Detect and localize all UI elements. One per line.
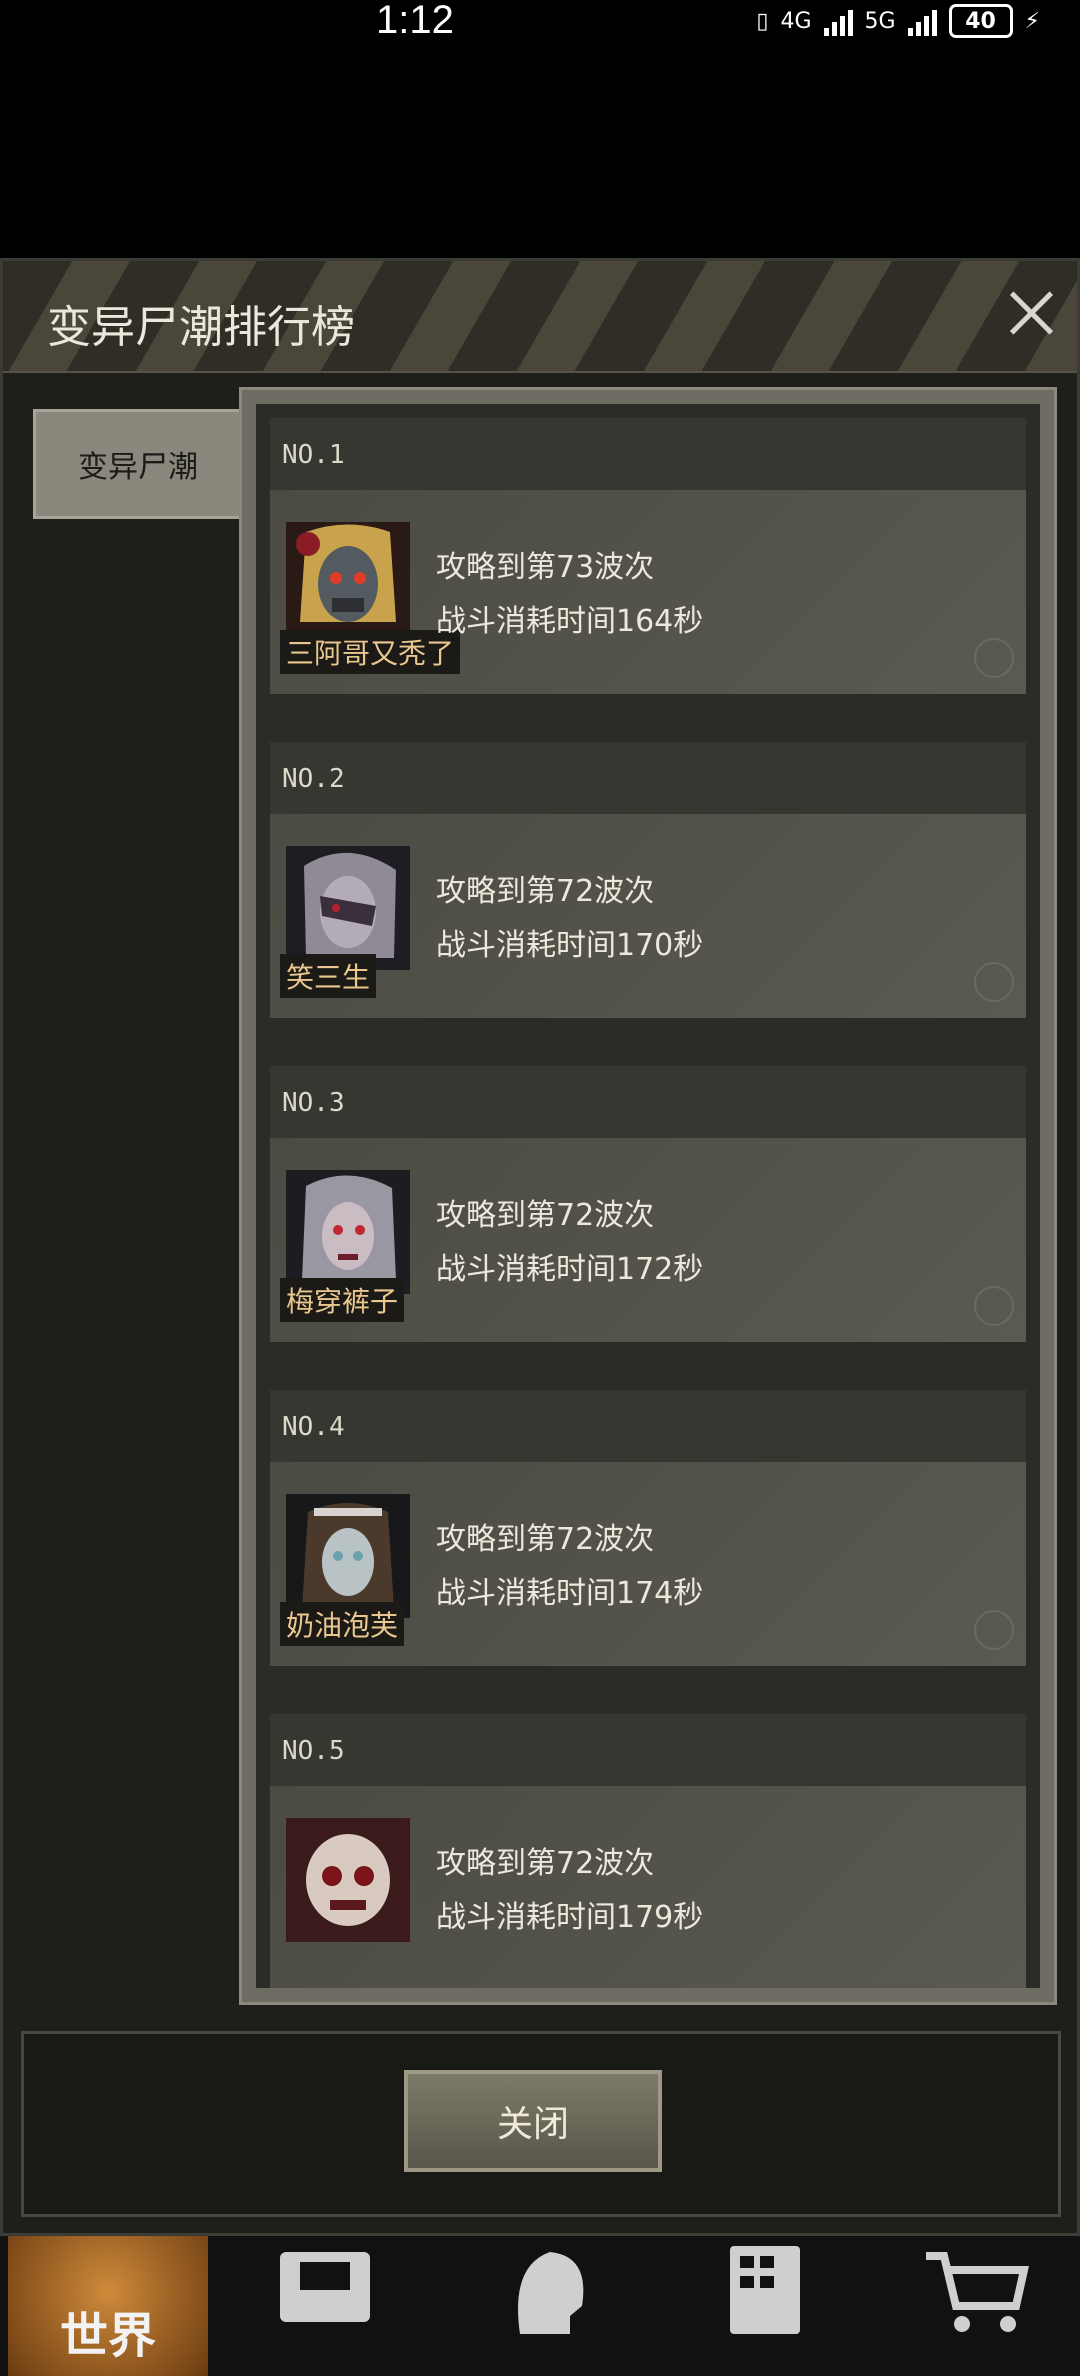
avatar[interactable] [286,1818,410,1942]
entry-header: NO.1 [270,418,1026,490]
player-name: 三阿哥又秃了 [280,630,461,674]
entry-header: NO.4 [270,1390,1026,1462]
close-button-label: 关闭 [496,2104,569,2145]
list-item: NO.5 攻略到第72波次 战斗消耗时间179秒 [270,1714,1026,1988]
entry-body: 攻略到第72波次 战斗消耗时间179秒 [270,1786,1026,1988]
signal-icon [823,6,853,36]
list-item: NO.2 笑三生 攻略到第72波次 战斗消耗时间170秒 [270,742,1026,1018]
player-name: 笑三生 [280,954,377,998]
radiation-icon [974,1610,1014,1650]
close-button[interactable]: 关闭 [404,2070,662,2172]
battle-time-text: 战斗消耗时间174秒 [436,1576,704,1611]
player-name: 梅穿裤子 [280,1278,405,1322]
radiation-icon [974,962,1014,1002]
entry-body: 梅穿裤子 攻略到第72波次 战斗消耗时间172秒 [270,1138,1026,1342]
wave-text: 攻略到第72波次 [436,1522,655,1557]
status-icons: ▯ 4G 5G 40 ⚡ [756,4,1040,38]
entry-header: NO.2 [270,742,1026,814]
avatar[interactable] [286,846,410,970]
battle-time-text: 战斗消耗时间170秒 [436,928,704,963]
status-time: 1:12 [376,0,454,42]
rank-label: NO.4 [282,1412,345,1442]
rank-label: NO.5 [282,1736,345,1766]
charging-icon: ⚡ [1024,8,1040,34]
battle-time-text: 战斗消耗时间179秒 [436,1900,704,1935]
rank-label: NO.2 [282,764,345,794]
battle-time-text: 战斗消耗时间164秒 [436,604,704,639]
avatar[interactable] [286,1494,410,1618]
entry-body: 奶油泡芙 攻略到第72波次 战斗消耗时间174秒 [270,1462,1026,1666]
wave-text: 攻略到第73波次 [436,550,655,585]
entry-header: NO.3 [270,1066,1026,1138]
entry-body: 三阿哥又秃了 攻略到第73波次 战斗消耗时间164秒 [270,490,1026,694]
entry-body: 笑三生 攻略到第72波次 战斗消耗时间170秒 [270,814,1026,1018]
bottom-nav: 世界 [0,2236,1080,2376]
battery-level: 40 [965,8,996,34]
dialog-title: 变异尸潮排行榜 [47,302,355,353]
entry-header: NO.5 [270,1714,1026,1786]
list-item: NO.3 梅穿裤子 攻略到第72波次 战斗消耗时间172秒 [270,1066,1026,1342]
network-5g: 5G [864,8,896,34]
signal-icon-2 [907,6,937,36]
vibrate-icon: ▯ [756,8,769,34]
tab-mutant-horde[interactable]: 变异尸潮 [33,409,243,519]
status-bar: 1:12 ▯ 4G 5G 40 ⚡ [0,0,1080,60]
radiation-icon [974,638,1014,678]
rank-label: NO.3 [282,1088,345,1118]
character-head-icon[interactable] [490,2246,600,2336]
wave-text: 攻略到第72波次 [436,1846,655,1881]
leaderboard-dialog: 变异尸潮排行榜 变异尸潮 NO.1 三阿哥又秃了 攻略到第73波次 战斗消耗时间… [0,258,1080,2236]
wave-text: 攻略到第72波次 [436,1198,655,1233]
dialog-header: 变异尸潮排行榜 [3,261,1077,373]
close-icon[interactable] [1001,283,1061,343]
building-icon[interactable] [710,2246,820,2336]
dialog-footer: 关闭 [21,2031,1061,2217]
list-item: NO.4 奶油泡芙 攻略到第72波次 战斗消耗时间174秒 [270,1390,1026,1666]
radiation-icon [974,1286,1014,1326]
avatar[interactable] [286,1170,410,1294]
rank-label: NO.1 [282,440,345,470]
shop-cart-icon[interactable] [920,2246,1030,2336]
nav-world-button[interactable]: 世界 [8,2236,208,2376]
network-4g: 4G [780,8,812,34]
battle-time-text: 战斗消耗时间172秒 [436,1252,704,1287]
leaderboard-list[interactable]: NO.1 三阿哥又秃了 攻略到第73波次 战斗消耗时间164秒 NO.2 笑三生… [256,404,1040,1988]
backpack-icon[interactable] [270,2246,380,2336]
player-name: 奶油泡芙 [280,1602,405,1646]
wave-text: 攻略到第72波次 [436,874,655,909]
avatar[interactable] [286,522,410,646]
tab-label: 变异尸潮 [78,450,198,485]
leaderboard-panel: NO.1 三阿哥又秃了 攻略到第73波次 战斗消耗时间164秒 NO.2 笑三生… [239,387,1057,2005]
nav-world-label: 世界 [59,2308,156,2364]
battery-icon: 40 [948,4,1013,38]
list-item: NO.1 三阿哥又秃了 攻略到第73波次 战斗消耗时间164秒 [270,418,1026,694]
